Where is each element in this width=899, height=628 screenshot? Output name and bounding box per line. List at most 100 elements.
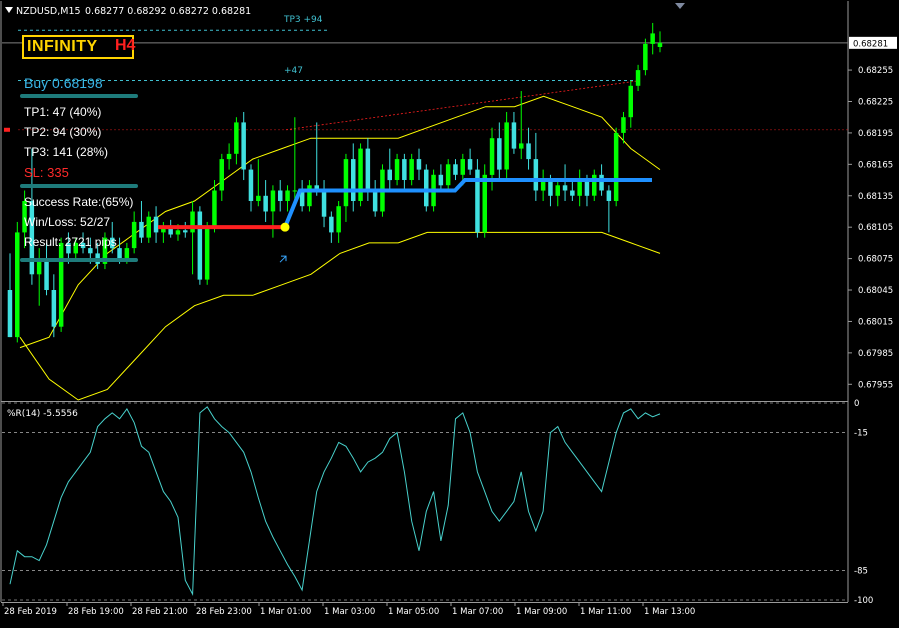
time-tick-label: 28 Feb 21:00 <box>132 607 188 617</box>
candle-body <box>139 221 144 238</box>
candle-body <box>621 117 626 133</box>
time-tick-label: 1 Mar 11:00 <box>580 607 631 617</box>
candle-body <box>226 153 232 160</box>
candle-body <box>241 122 246 170</box>
candle-body <box>511 122 517 149</box>
candle-body <box>270 190 276 212</box>
logo-timeframe: H4 <box>115 37 136 54</box>
candle-body <box>372 190 378 212</box>
candle-body <box>562 185 568 191</box>
candle-body <box>584 180 590 196</box>
candle-body <box>51 290 57 327</box>
candle-body <box>153 216 159 233</box>
time-tick-label: 28 Feb 23:00 <box>196 607 252 617</box>
candle <box>197 206 203 285</box>
current-price-label: 0.68281 <box>853 39 888 49</box>
chart-window[interactable]: 0.68255 0.68225 0.68195 0.68165 0.68135 0.681… <box>0 0 899 624</box>
candle-body <box>219 159 224 191</box>
candle-body <box>175 230 181 235</box>
candle-body <box>248 169 254 201</box>
candle-body <box>657 42 663 47</box>
header-symbol: NZDUSD,M15 <box>16 6 81 17</box>
candle-body <box>131 221 137 249</box>
price-tick-label: 0.68255 <box>858 66 893 76</box>
candle-body <box>190 211 195 233</box>
candle-body <box>628 85 633 118</box>
candle <box>613 127 619 207</box>
time-tick-label: 1 Mar 07:00 <box>452 607 503 617</box>
candle-body <box>7 290 13 338</box>
candle-body <box>15 232 20 338</box>
wpr-tick-label: -85 <box>854 566 868 576</box>
candle-body <box>453 164 458 175</box>
candle-body <box>606 190 612 201</box>
tp-top-label: TP3 +94 <box>283 15 323 25</box>
price-tick-label: 0.68015 <box>858 317 893 327</box>
price-tick-label: 0.68135 <box>858 192 893 202</box>
header-ohlc: 0.68277 0.68292 0.68272 0.68281 <box>85 6 251 17</box>
success-rate-text: Success Rate:(65%) <box>24 195 134 209</box>
candle <box>482 164 487 238</box>
candle-body <box>394 159 400 180</box>
time-tick-label: 28 Feb 19:00 <box>68 607 124 617</box>
candle-body <box>570 190 575 196</box>
candle-body <box>212 190 217 228</box>
time-tick-label: 1 Mar 01:00 <box>260 607 311 617</box>
candle-body <box>278 190 283 201</box>
candle-body <box>519 143 524 149</box>
price-tick-label: 0.67985 <box>858 349 893 359</box>
candle-body <box>467 159 473 170</box>
candle <box>475 159 480 238</box>
candle-body <box>321 190 327 217</box>
candle-body <box>263 195 268 212</box>
tp3-text: TP3: 141 (28%) <box>24 145 109 159</box>
time-tick-label: 1 Mar 09:00 <box>516 607 567 617</box>
logo-text: INFINITY <box>27 38 98 55</box>
candle-body <box>204 227 210 280</box>
candle-body <box>336 206 341 233</box>
candle-body <box>256 195 261 201</box>
candle <box>358 143 363 207</box>
candle-body <box>285 190 290 201</box>
candle-body <box>424 169 429 207</box>
candle-body <box>592 174 597 196</box>
candle-body <box>460 159 465 175</box>
candle-body <box>409 159 414 180</box>
tp-mid-label: +47 <box>284 66 303 76</box>
time-tick-label: 1 Mar 13:00 <box>644 607 695 617</box>
candle-body <box>146 216 151 238</box>
candle-body <box>445 164 451 186</box>
wpr-tick-label: -15 <box>854 429 868 439</box>
candle-body <box>358 148 363 201</box>
candle-body <box>351 159 356 201</box>
wpr-label: %R(14) -5.5556 <box>7 409 78 419</box>
price-tick-label: 0.68165 <box>858 160 893 170</box>
candle <box>58 237 64 332</box>
win-loss-text: Win/Loss: 52/27 <box>24 215 111 229</box>
price-tick-label: 0.68075 <box>858 255 893 265</box>
candle-body <box>482 174 487 233</box>
tp1-text: TP1: 47 (40%) <box>24 105 102 119</box>
price-tick-label: 0.67955 <box>858 380 893 390</box>
candle-body <box>58 242 64 327</box>
candle-body <box>533 159 539 191</box>
sl-text: SL: 335 <box>24 165 69 180</box>
candle <box>643 38 648 76</box>
panel-divider <box>20 184 138 188</box>
price-tick-label: 0.68225 <box>858 98 893 108</box>
candle-body <box>387 169 392 181</box>
candle-body <box>292 190 298 192</box>
candle-body <box>489 138 495 175</box>
price-tick-label: 0.68195 <box>858 129 893 139</box>
price-tick-label: 0.68045 <box>858 286 893 296</box>
candle-body <box>548 180 553 196</box>
panel-divider <box>20 94 138 98</box>
candle-body <box>402 159 407 180</box>
price-tick-label: 0.68105 <box>858 223 893 233</box>
candle-body <box>613 132 619 201</box>
candle-body <box>197 211 203 280</box>
time-tick-label: 28 Feb 2019 <box>4 607 57 617</box>
time-tick-label: 1 Mar 03:00 <box>324 607 375 617</box>
buy-entry-dot <box>280 222 290 232</box>
candle-body <box>438 174 444 186</box>
